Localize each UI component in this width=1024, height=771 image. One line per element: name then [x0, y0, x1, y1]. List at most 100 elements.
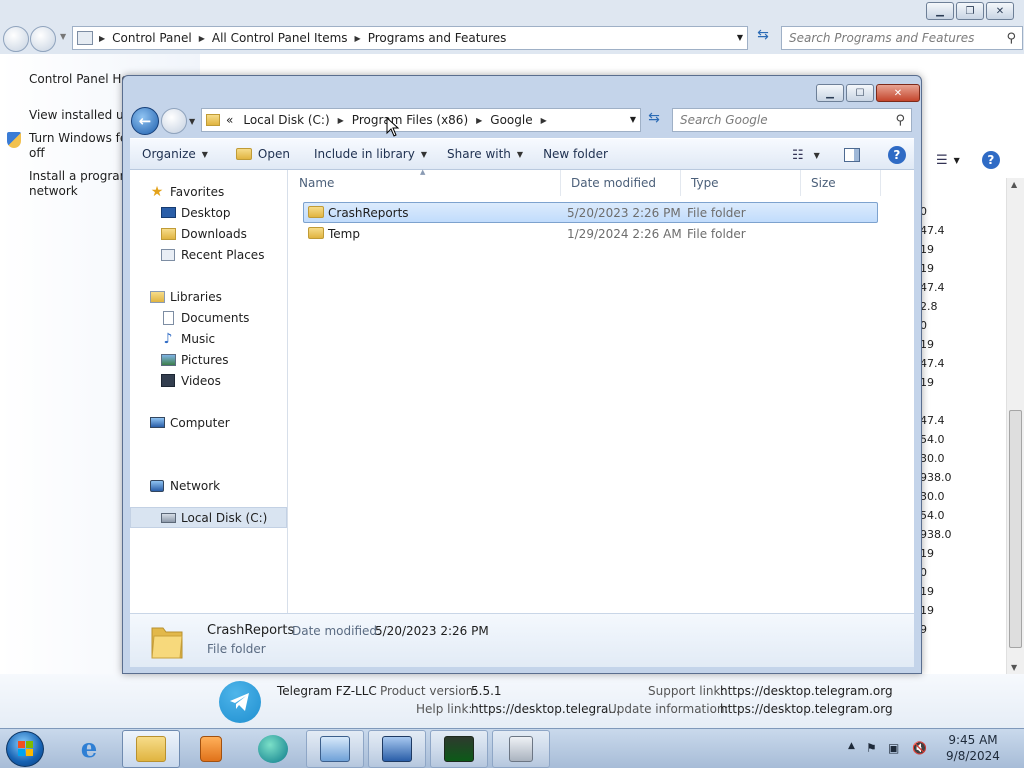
breadcrumb-separator-icon[interactable]: ▶	[476, 116, 482, 125]
nav-local-disk-selected[interactable]: Local Disk (C:)	[130, 507, 287, 528]
clock[interactable]: 9:45 AM 9/8/2024	[928, 732, 1018, 764]
recent-pages-icon[interactable]: ▼	[60, 32, 66, 41]
search-input[interactable]: Search Programs and Features ⚲	[781, 26, 1023, 50]
explorer-maximize-button[interactable]: ☐	[846, 84, 874, 102]
back-button[interactable]	[3, 26, 29, 52]
explorer-close-button[interactable]: ✕	[876, 84, 920, 102]
nav-favorites[interactable]: ★ Favorites	[130, 181, 287, 202]
column-header-name[interactable]: Name ▲	[289, 168, 561, 196]
recent-locations-icon[interactable]: ▼	[189, 117, 195, 126]
nav-videos[interactable]: Videos	[130, 370, 287, 391]
explorer-refresh-icon[interactable]: ⇆	[643, 110, 665, 132]
file-row-crashreports[interactable]: CrashReports 5/20/2023 2:26 PM File fold…	[303, 202, 878, 223]
large-folder-icon	[150, 622, 184, 660]
share-with-button[interactable]: Share with ▼	[437, 147, 533, 161]
taskbar-windows-explorer[interactable]	[122, 730, 180, 768]
breadcrumb-all-items[interactable]: All Control Panel Items	[205, 31, 355, 45]
sidebar-link-install-program[interactable]: Install a program	[29, 169, 131, 183]
organize-button[interactable]: Organize ▼	[130, 147, 218, 161]
taskbar-media-player[interactable]	[182, 730, 240, 768]
downloads-icon	[160, 227, 176, 241]
help-icon[interactable]: ?	[887, 146, 906, 164]
explorer-address-bar[interactable]: « Local Disk (C:) ▶ Program Files (x86) …	[201, 108, 641, 132]
preview-pane-icon[interactable]	[843, 148, 860, 162]
help-link-value[interactable]: https://desktop.telegra...	[471, 702, 620, 716]
explorer-back-button[interactable]: ←	[131, 107, 159, 135]
program-size-value: 19	[920, 585, 934, 598]
nav-desktop[interactable]: Desktop	[130, 202, 287, 223]
restore-button[interactable]: ❐	[956, 2, 984, 20]
forward-button[interactable]	[30, 26, 56, 52]
nav-downloads[interactable]: Downloads	[130, 223, 287, 244]
search-icon[interactable]: ⚲	[1006, 31, 1016, 46]
search-icon[interactable]: ⚲	[895, 113, 905, 128]
program-list-scrollbar[interactable]: ▲ ▼	[1006, 178, 1024, 674]
new-folder-button[interactable]: New folder	[533, 147, 618, 161]
breadcrumb-overflow[interactable]: «	[220, 113, 239, 127]
column-header-type[interactable]: Type	[681, 170, 801, 196]
file-list-empty-gutter	[881, 170, 914, 613]
nav-computer[interactable]: Computer	[130, 412, 287, 433]
breadcrumb-programs-features[interactable]: Programs and Features	[361, 31, 514, 45]
breadcrumb-separator-icon[interactable]: ▶	[541, 116, 547, 125]
support-link-value[interactable]: https://desktop.telegram.org	[720, 684, 893, 698]
include-in-library-label: Include in library	[313, 147, 415, 161]
column-name-label: Name	[299, 176, 335, 190]
taskbar-program-installer[interactable]	[492, 730, 550, 768]
explorer-minimize-button[interactable]: ▁	[816, 84, 844, 102]
scrollbar-thumb[interactable]	[1009, 410, 1022, 648]
breadcrumb-google[interactable]: Google	[486, 113, 536, 127]
breadcrumb-local-disk[interactable]: Local Disk (C:)	[239, 113, 333, 127]
sidebar-link-windows-features-2[interactable]: off	[29, 146, 45, 160]
details-file-type: File folder	[207, 642, 266, 656]
desktop-icon	[160, 206, 176, 220]
close-button[interactable]: ✕	[986, 2, 1014, 20]
column-header-date-modified[interactable]: Date modified	[561, 170, 681, 196]
show-hidden-icons-icon[interactable]: ▲	[848, 741, 855, 751]
sidebar-link-windows-features[interactable]: Turn Windows fea	[29, 131, 135, 145]
start-button[interactable]	[6, 731, 44, 767]
nav-documents[interactable]: Documents	[130, 307, 287, 328]
file-type: File folder	[687, 227, 746, 241]
address-dropdown-icon[interactable]: ▼	[737, 33, 743, 42]
taskbar-edge[interactable]	[244, 730, 302, 768]
sidebar-link-home[interactable]: Control Panel Ho	[29, 72, 129, 86]
address-bar[interactable]: ▶ Control Panel ▶ All Control Panel Item…	[72, 26, 748, 50]
refresh-icon[interactable]: ⇆	[752, 27, 774, 49]
volume-muted-icon[interactable]: 🔇	[912, 741, 927, 755]
nav-music[interactable]: ♪ Music	[130, 328, 287, 349]
open-button[interactable]: Open	[218, 147, 300, 161]
help-link-label: Help link:	[416, 702, 473, 716]
program-size-value: 19	[920, 243, 934, 256]
taskbar-task-manager[interactable]	[430, 730, 488, 768]
address-dropdown-icon[interactable]: ▼	[630, 115, 636, 124]
update-info-value[interactable]: https://desktop.telegram.org	[720, 702, 893, 716]
column-header-size[interactable]: Size	[801, 170, 881, 196]
nav-libraries[interactable]: Libraries	[130, 286, 287, 307]
explorer-search-input[interactable]: Search Google ⚲	[672, 108, 912, 132]
nav-network[interactable]: Network	[130, 475, 287, 496]
taskbar-internet-explorer[interactable]: e	[60, 730, 118, 768]
taskbar-remote-desktop[interactable]	[368, 730, 426, 768]
sidebar-link-install-network[interactable]: network	[29, 184, 78, 198]
file-row-temp[interactable]: Temp 1/29/2024 2:26 AM File folder	[303, 223, 878, 244]
view-dropdown-icon[interactable]: ▼	[814, 151, 820, 160]
breadcrumb-separator-icon[interactable]: ▶	[338, 116, 344, 125]
breadcrumb-program-files[interactable]: Program Files (x86)	[348, 113, 472, 127]
explorer-forward-button[interactable]	[161, 108, 187, 134]
control-panel-icon	[77, 31, 93, 45]
taskbar-control-panel[interactable]	[306, 730, 364, 768]
breadcrumb-control-panel[interactable]: Control Panel	[105, 31, 199, 45]
action-center-flag-icon[interactable]: ⚑	[866, 741, 877, 755]
explorer-titlebar[interactable]: ▁ ☐ ✕	[123, 76, 921, 106]
nav-recent-places[interactable]: Recent Places	[130, 244, 287, 265]
scroll-up-icon[interactable]: ▲	[1011, 180, 1017, 189]
minimize-button[interactable]: ▁	[926, 2, 954, 20]
nav-downloads-label: Downloads	[181, 226, 247, 241]
change-view-icon[interactable]: ☷	[792, 148, 804, 163]
network-status-icon[interactable]: ▣	[888, 741, 899, 755]
scroll-down-icon[interactable]: ▼	[1011, 663, 1017, 672]
maximize-icon: ☐	[855, 87, 865, 99]
include-in-library-button[interactable]: Include in library ▼	[300, 147, 437, 161]
nav-pictures[interactable]: Pictures	[130, 349, 287, 370]
